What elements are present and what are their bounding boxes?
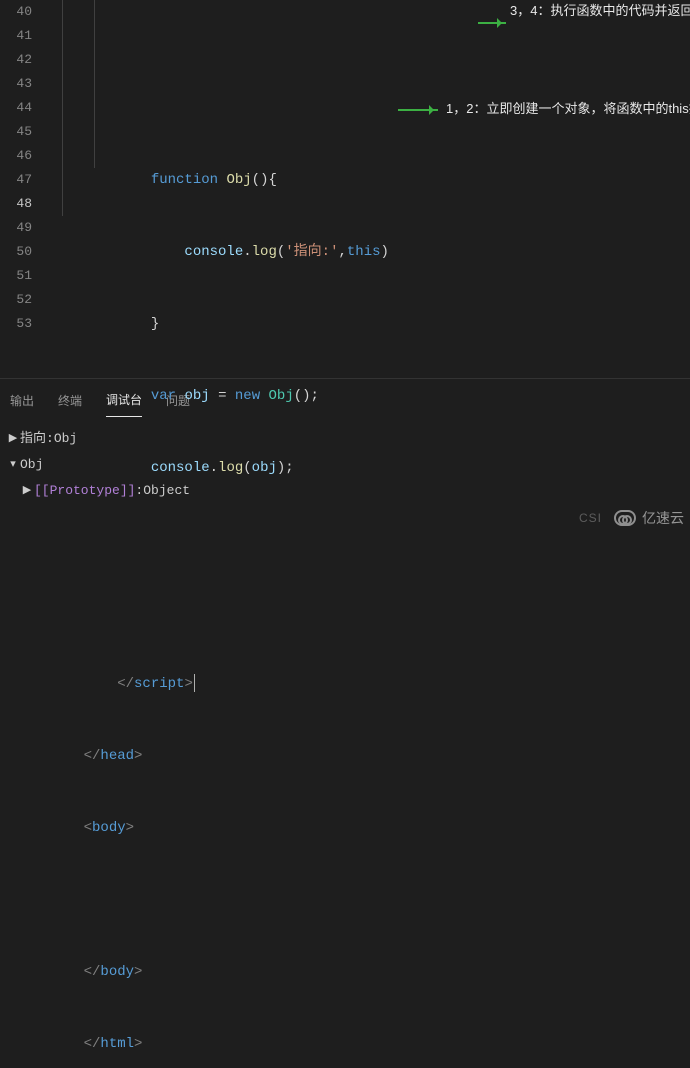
line-number: 52 (0, 288, 32, 312)
tag-bracket: > (184, 676, 192, 692)
code-line[interactable]: </body> (50, 960, 690, 984)
equals: = (218, 388, 226, 404)
tag-bracket: < (84, 820, 92, 836)
line-number: 53 (0, 312, 32, 336)
line-number-gutter: 40 41 42 43 44 45 46 47 48 49 50 51 52 5… (0, 0, 50, 378)
keyword-this: this (347, 244, 381, 260)
tag-name-body: body (92, 820, 126, 836)
method-log: log (252, 244, 277, 260)
class-name: Obj (269, 388, 294, 404)
code-editor[interactable]: 40 41 42 43 44 45 46 47 48 49 50 51 52 5… (0, 0, 690, 378)
line-number: 45 (0, 120, 32, 144)
tab-output[interactable]: 输出 (10, 390, 34, 417)
semicolon: ; (311, 388, 319, 404)
tag-name-head: head (100, 748, 134, 764)
tag-name-body: body (100, 964, 134, 980)
paren-open: ( (277, 244, 285, 260)
watermark: CSI 亿速云 (579, 508, 684, 528)
brace-close: } (151, 316, 159, 332)
keyword-var: var (151, 388, 176, 404)
line-number-current: 48 (0, 192, 32, 216)
identifier-console: console (151, 460, 210, 476)
line-number: 49 (0, 216, 32, 240)
arrow-icon (398, 109, 438, 111)
dot: . (210, 460, 218, 476)
code-line[interactable]: </html> (50, 1032, 690, 1056)
keyword-new: new (235, 388, 260, 404)
line-number: 41 (0, 24, 32, 48)
code-line[interactable]: var obj = new Obj(); (50, 384, 690, 408)
tag-name-script: script (134, 676, 184, 692)
string-literal: '指向:' (285, 244, 338, 260)
text-cursor (194, 674, 195, 692)
code-line[interactable] (50, 888, 690, 912)
line-number: 40 (0, 0, 32, 24)
watermark-brand: 亿速云 (642, 508, 684, 528)
keyword-function: function (151, 172, 218, 188)
annotation-text: 1，2：立即创建一个对象，将函数中的this指向这个对象 (446, 100, 690, 118)
function-name: Obj (226, 172, 251, 188)
semicolon: ; (285, 460, 293, 476)
tag-bracket: > (134, 964, 142, 980)
arrow-icon (478, 22, 506, 24)
tag-bracket: </ (117, 676, 134, 692)
code-line[interactable]: </head> (50, 744, 690, 768)
annotation-text: 3，4：执行函数中的代码并返回 (510, 2, 690, 20)
tag-bracket: > (126, 820, 134, 836)
line-number: 43 (0, 72, 32, 96)
code-line[interactable]: </script> (50, 672, 690, 696)
code-line[interactable]: } (50, 312, 690, 336)
code-area[interactable]: function Obj(){ console.log('指向:',this) … (50, 0, 690, 378)
method-log: log (218, 460, 243, 476)
tag-bracket: </ (84, 748, 101, 764)
comma: , (338, 244, 346, 260)
tag-name-html: html (100, 1036, 134, 1052)
dot: . (243, 244, 251, 260)
brace-open: { (268, 172, 276, 188)
paren-open: ( (252, 172, 260, 188)
code-line[interactable]: console.log(obj); (50, 456, 690, 480)
expand-caret-icon[interactable]: ▶ (20, 478, 34, 504)
console-text: 指向: (20, 426, 54, 452)
paren-open: ( (243, 460, 251, 476)
console-object[interactable]: Obj (20, 452, 43, 478)
tag-bracket: </ (84, 1036, 101, 1052)
tag-bracket: > (134, 748, 142, 764)
paren-close: ) (302, 388, 310, 404)
indent-guide (94, 0, 95, 168)
cloud-icon (614, 510, 636, 526)
watermark-text: CSI (579, 511, 602, 525)
code-line[interactable] (50, 600, 690, 624)
code-line[interactable]: function Obj(){ (50, 168, 690, 192)
line-number: 50 (0, 240, 32, 264)
line-number: 46 (0, 144, 32, 168)
line-number: 42 (0, 48, 32, 72)
line-number: 47 (0, 168, 32, 192)
tag-bracket: </ (84, 964, 101, 980)
identifier-obj: obj (184, 388, 209, 404)
identifier-obj: obj (252, 460, 277, 476)
paren-close: ) (381, 244, 389, 260)
code-line[interactable] (50, 528, 690, 552)
paren-open: ( (294, 388, 302, 404)
line-number: 44 (0, 96, 32, 120)
collapse-caret-icon[interactable]: ▾ (6, 452, 20, 478)
identifier-console: console (184, 244, 243, 260)
expand-caret-icon[interactable]: ▶ (6, 426, 20, 452)
code-line[interactable]: <body> (50, 816, 690, 840)
code-line[interactable]: console.log('指向:',this) (50, 240, 690, 264)
line-number: 51 (0, 264, 32, 288)
tag-bracket: > (134, 1036, 142, 1052)
